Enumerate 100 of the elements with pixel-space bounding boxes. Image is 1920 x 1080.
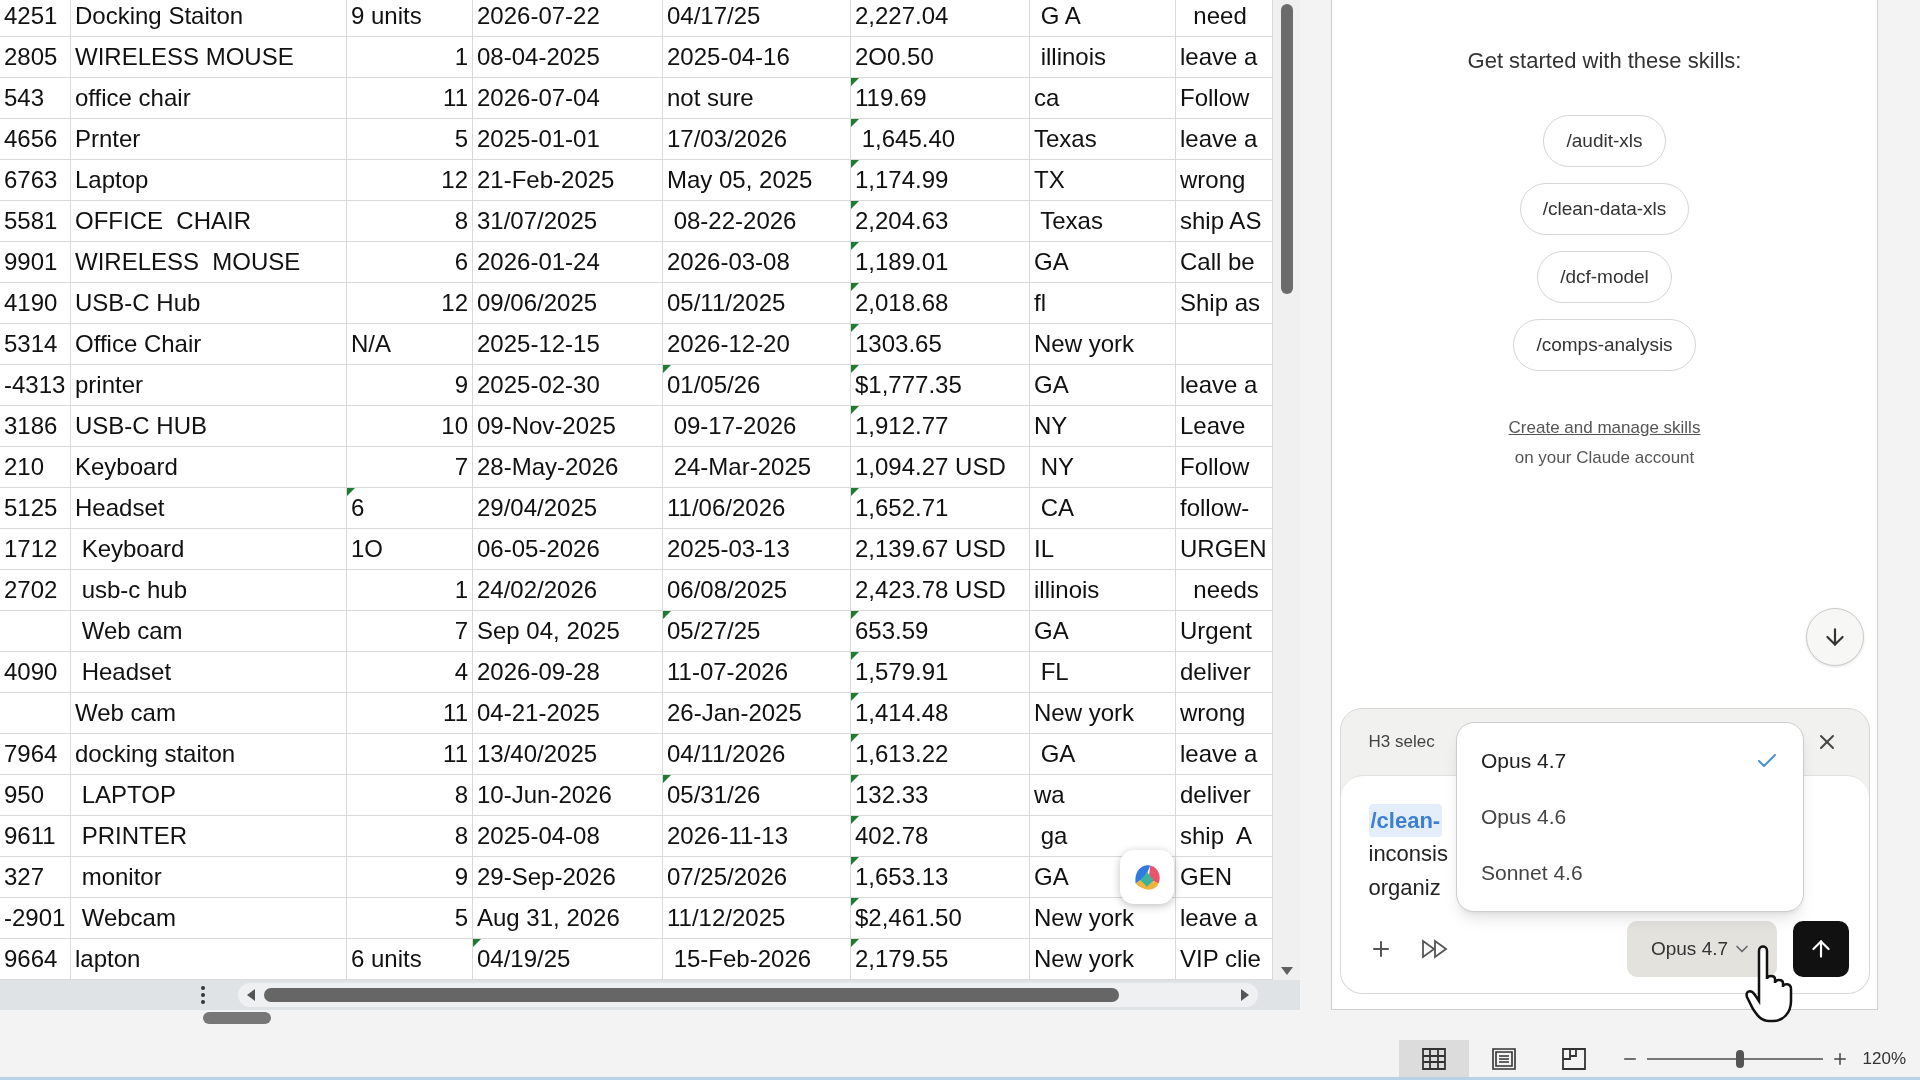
table-cell[interactable]: May 05, 2025 — [663, 160, 851, 201]
table-cell[interactable]: 13/40/2025 — [473, 734, 663, 775]
table-cell[interactable]: ca — [1030, 78, 1176, 119]
table-cell[interactable]: 2026-01-24 — [473, 242, 663, 283]
table-cell[interactable]: 11/06/2026 — [663, 488, 851, 529]
more-options-icon[interactable] — [200, 985, 206, 1005]
table-cell[interactable]: 6763 — [0, 160, 71, 201]
table-cell[interactable]: GA — [1030, 242, 1176, 283]
model-option[interactable]: Sonnet 4.6 — [1481, 847, 1779, 899]
scrollbar-thumb[interactable] — [1280, 4, 1293, 294]
table-cell[interactable]: 4090 — [0, 652, 71, 693]
table-cell[interactable]: 8 — [347, 201, 473, 242]
table-cell[interactable]: 1303.65 — [851, 324, 1030, 365]
table-cell[interactable]: 4 — [347, 652, 473, 693]
table-cell[interactable]: New york — [1030, 324, 1176, 365]
table-cell[interactable]: 9611 — [0, 816, 71, 857]
table-cell[interactable]: 11 — [347, 78, 473, 119]
table-cell[interactable]: 01/05/26 — [663, 365, 851, 406]
table-cell[interactable]: Sep 04, 2025 — [473, 611, 663, 652]
table-cell[interactable]: 09-17-2026 — [663, 406, 851, 447]
table-cell[interactable]: 8 — [347, 775, 473, 816]
table-cell[interactable]: 05/27/25 — [663, 611, 851, 652]
scrollbar-thumb[interactable] — [264, 988, 1119, 1002]
skill-chip[interactable]: /comps-analysis — [1513, 319, 1696, 371]
table-cell[interactable]: 2025-04-16 — [663, 37, 851, 78]
table-cell[interactable]: 5125 — [0, 488, 71, 529]
table-cell[interactable]: 1,645.40 — [851, 119, 1030, 160]
table-cell[interactable]: 11 — [347, 693, 473, 734]
table-cell[interactable]: 2,204.63 — [851, 201, 1030, 242]
table-cell[interactable]: 1,414.48 — [851, 693, 1030, 734]
table-cell[interactable]: 1,189.01 — [851, 242, 1030, 283]
table-cell[interactable]: $1,777.35 — [851, 365, 1030, 406]
table-cell[interactable]: IL — [1030, 529, 1176, 570]
table-cell[interactable]: 119.69 — [851, 78, 1030, 119]
table-cell[interactable]: 11-07-2026 — [663, 652, 851, 693]
table-cell[interactable]: 2702 — [0, 570, 71, 611]
table-cell[interactable]: N/A — [347, 324, 473, 365]
table-cell[interactable]: Headset — [71, 488, 347, 529]
table-cell[interactable]: GA — [1030, 734, 1176, 775]
table-cell[interactable] — [0, 611, 71, 652]
table-cell[interactable]: 07/25/2026 — [663, 857, 851, 898]
table-cell[interactable]: illinois — [1030, 37, 1176, 78]
table-cell[interactable]: 31/07/2025 — [473, 201, 663, 242]
table-cell[interactable]: 2,423.78 USD — [851, 570, 1030, 611]
table-cell[interactable]: 6 — [347, 488, 473, 529]
table-cell[interactable]: 3186 — [0, 406, 71, 447]
table-cell[interactable]: 543 — [0, 78, 71, 119]
table-cell[interactable]: Docking Staiton — [71, 0, 347, 37]
table-cell[interactable]: TX — [1030, 160, 1176, 201]
table-cell[interactable]: 9 — [347, 365, 473, 406]
table-cell[interactable]: USB-C Hub — [71, 283, 347, 324]
table-cell[interactable]: 7 — [347, 447, 473, 488]
table-cell[interactable]: 24-Mar-2025 — [663, 447, 851, 488]
table-cell[interactable]: 327 — [0, 857, 71, 898]
table-cell[interactable]: 11/12/2025 — [663, 898, 851, 939]
table-cell[interactable]: Keyboard — [71, 529, 347, 570]
model-selector[interactable]: Opus 4.7 — [1626, 921, 1777, 977]
table-cell[interactable]: 28-May-2026 — [473, 447, 663, 488]
table-cell[interactable]: 1 — [347, 570, 473, 611]
table-cell[interactable]: 132.33 — [851, 775, 1030, 816]
table-cell[interactable]: 09/06/2025 — [473, 283, 663, 324]
table-cell[interactable]: 2026-12-20 — [663, 324, 851, 365]
table-cell[interactable]: 05/11/2025 — [663, 283, 851, 324]
table-cell[interactable]: Texas — [1030, 119, 1176, 160]
table-cell[interactable]: 2025-12-15 — [473, 324, 663, 365]
table-cell[interactable]: 2026-07-22 — [473, 0, 663, 37]
table-cell[interactable]: 11 — [347, 734, 473, 775]
table-cell[interactable]: 08-22-2026 — [663, 201, 851, 242]
skill-chip[interactable]: /dcf-model — [1537, 251, 1672, 303]
table-cell[interactable]: 2025-02-30 — [473, 365, 663, 406]
table-cell[interactable]: 2025-04-08 — [473, 816, 663, 857]
table-cell[interactable]: 1,652.71 — [851, 488, 1030, 529]
table-cell[interactable]: 12 — [347, 283, 473, 324]
table-cell[interactable]: docking staiton — [71, 734, 347, 775]
copilot-button[interactable] — [1120, 850, 1174, 904]
table-cell[interactable]: 402.78 — [851, 816, 1030, 857]
table-cell[interactable]: 950 — [0, 775, 71, 816]
table-cell[interactable]: 06-05-2026 — [473, 529, 663, 570]
table-cell[interactable]: PRINTER — [71, 816, 347, 857]
table-cell[interactable]: 2026-07-04 — [473, 78, 663, 119]
table-cell[interactable]: printer — [71, 365, 347, 406]
table-cell[interactable]: not sure — [663, 78, 851, 119]
table-cell[interactable]: Web cam — [71, 611, 347, 652]
table-cell[interactable]: 2,018.68 — [851, 283, 1030, 324]
skill-chip[interactable]: /audit-xls — [1543, 115, 1666, 167]
table-cell[interactable]: 2025-01-01 — [473, 119, 663, 160]
table-cell[interactable]: 210 — [0, 447, 71, 488]
table-cell[interactable]: 5 — [347, 119, 473, 160]
table-cell[interactable]: 1,613.22 — [851, 734, 1030, 775]
table-cell[interactable]: 2805 — [0, 37, 71, 78]
manage-skills-link[interactable]: Create and manage skills — [1508, 415, 1701, 441]
table-cell[interactable]: wa — [1030, 775, 1176, 816]
table-cell[interactable]: 04/17/25 — [663, 0, 851, 37]
table-cell[interactable]: monitor — [71, 857, 347, 898]
scroll-down-icon[interactable] — [1279, 966, 1294, 976]
table-cell[interactable]: 26-Jan-2025 — [663, 693, 851, 734]
table-cell[interactable]: 7964 — [0, 734, 71, 775]
table-cell[interactable]: CA — [1030, 488, 1176, 529]
table-cell[interactable]: 29-Sep-2026 — [473, 857, 663, 898]
table-cell[interactable]: 9901 — [0, 242, 71, 283]
